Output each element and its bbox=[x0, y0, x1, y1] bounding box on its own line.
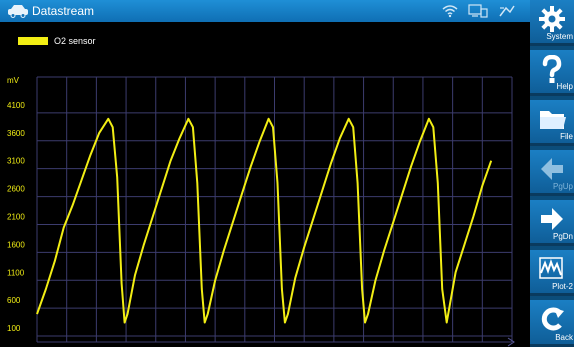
status-icons bbox=[442, 2, 516, 20]
plot-icon bbox=[539, 257, 563, 279]
y-tick-label: 1100 bbox=[7, 268, 25, 277]
y-tick-label: 2600 bbox=[7, 185, 25, 194]
plot-2-label: Plot-2 bbox=[552, 282, 573, 291]
plot-2-button[interactable]: Plot-2 bbox=[530, 250, 574, 296]
back-icon bbox=[541, 307, 564, 331]
page-up-label: PgUp bbox=[552, 182, 573, 191]
y-axis-unit-label: mV bbox=[7, 76, 20, 85]
legend-label: O2 sensor bbox=[54, 36, 96, 46]
help-label: Help bbox=[556, 82, 573, 91]
datastream-graph[interactable]: mV 4100 3600 3100 2600 2100 1600 1100 600 100 O2 … bbox=[0, 22, 530, 347]
y-tick-label: 100 bbox=[7, 324, 21, 333]
wifi-icon bbox=[442, 5, 458, 18]
y-tick-label: 600 bbox=[7, 296, 21, 305]
file-label: File bbox=[560, 132, 573, 141]
legend-swatch bbox=[18, 37, 48, 45]
page-up-button[interactable]: PgUp bbox=[530, 150, 574, 196]
title-bar: Datastream bbox=[0, 0, 530, 22]
help-button[interactable]: Help bbox=[530, 50, 574, 96]
system-button[interactable]: System bbox=[530, 0, 574, 46]
device-connection-icon bbox=[468, 4, 488, 18]
y-tick-label: 3100 bbox=[7, 157, 25, 166]
folder-icon bbox=[540, 111, 566, 129]
back-button[interactable]: Back bbox=[530, 300, 574, 347]
file-button[interactable]: File bbox=[530, 100, 574, 146]
gear-icon bbox=[539, 6, 565, 32]
y-tick-label: 3600 bbox=[7, 129, 25, 138]
page-down-label: PgDn bbox=[552, 232, 573, 241]
y-tick-label: 1600 bbox=[7, 240, 25, 249]
y-tick-label: 2100 bbox=[7, 212, 25, 221]
help-icon bbox=[542, 55, 562, 83]
page-down-button[interactable]: PgDn bbox=[530, 200, 574, 246]
car-icon bbox=[8, 5, 28, 18]
vci-link-icon bbox=[499, 5, 515, 17]
system-label: System bbox=[546, 32, 573, 41]
back-label: Back bbox=[555, 333, 573, 342]
chart-canvas: mV 4100 3600 3100 2600 2100 1600 1100 600 100 bbox=[7, 76, 515, 347]
window-title: Datastream bbox=[32, 4, 95, 18]
y-tick-label: 4100 bbox=[7, 101, 25, 110]
legend: O2 sensor bbox=[18, 36, 96, 46]
arrow-left-icon bbox=[541, 158, 563, 180]
sidebar: System Help File PgUp PgDn Plot-2 Back bbox=[530, 0, 574, 347]
arrow-right-icon bbox=[541, 208, 563, 230]
